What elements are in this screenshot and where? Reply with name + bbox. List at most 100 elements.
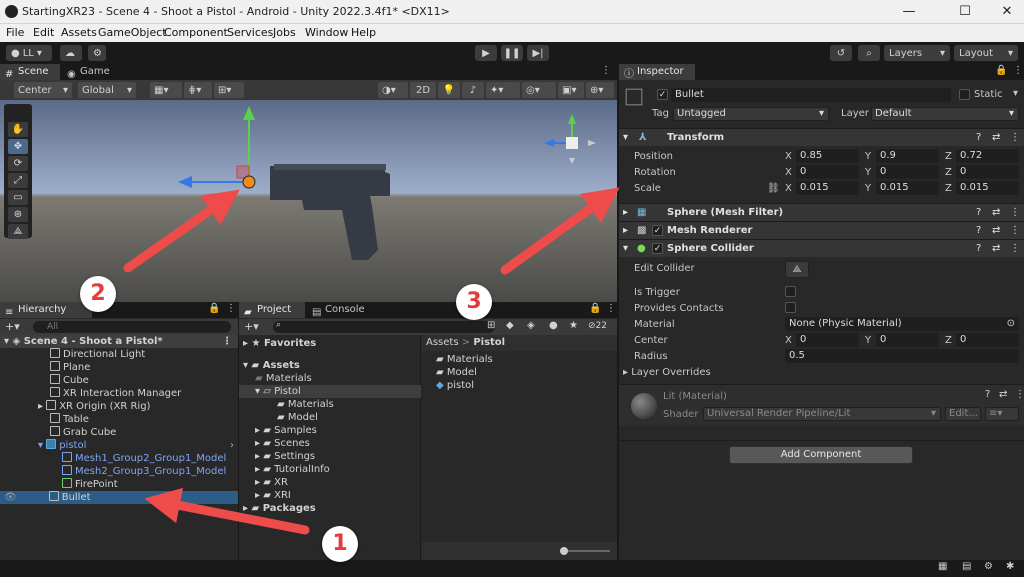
hidden-packages-toggle[interactable]: ⊘22 [588, 321, 607, 331]
static-checkbox[interactable] [959, 89, 970, 100]
minimize-button[interactable]: — [886, 0, 932, 24]
pause-button[interactable]: ❚❚ [501, 45, 523, 61]
effects-dropdown[interactable]: ✦▾ [486, 82, 520, 98]
zoom-slider[interactable] [562, 550, 610, 552]
pivot-dropdown[interactable]: Center ▾ [14, 82, 72, 98]
play-button[interactable]: ▶ [475, 45, 497, 61]
tree-item[interactable]: ▸ ▰ XRI [255, 489, 291, 502]
lighting-toggle-icon[interactable]: 💡 [438, 82, 460, 98]
list-item[interactable]: ▾ pistol › [38, 439, 238, 452]
lock-icon[interactable]: 🔒 [589, 303, 601, 314]
preset-icon[interactable]: ⇄ [992, 204, 1000, 221]
add-component-button[interactable]: Add Component [729, 446, 913, 464]
sphere-collider-header[interactable]: ▾ ● ✓ Sphere Collider ? ⇄ ⋮ [619, 239, 1024, 257]
object-picker-icon[interactable]: ⊙ [1007, 318, 1015, 330]
tree-item[interactable]: ▰ Materials [255, 372, 312, 385]
menu-services[interactable]: Services [227, 26, 273, 39]
preset-icon[interactable]: ⇄ [992, 129, 1000, 146]
position-x-field[interactable]: 0.85 [796, 149, 859, 163]
provides-contacts-checkbox[interactable] [785, 302, 796, 313]
camera-dropdown[interactable]: ▣▾ [558, 82, 584, 98]
chevron-down-icon[interactable]: ▾ [1013, 88, 1018, 99]
close-button[interactable]: ✕ [984, 0, 1024, 24]
audio-toggle-icon[interactable]: ♪ [462, 82, 484, 98]
maximize-button[interactable]: ☐ [942, 0, 988, 24]
list-item-selected[interactable]: 👁 Bullet [0, 491, 238, 504]
eye-icon[interactable]: 👁 [4, 492, 17, 503]
breadcrumb-root[interactable]: Assets [426, 337, 459, 348]
tree-item[interactable]: ▸ ▰ TutorialInfo [255, 463, 330, 476]
list-item[interactable]: ▰ Model [436, 366, 477, 379]
more-options-icon[interactable]: ⋮ [226, 303, 236, 314]
rotation-z-field[interactable]: 0 [956, 165, 1019, 179]
active-checkbox[interactable]: ✓ [657, 89, 668, 100]
help-icon[interactable]: ? [976, 204, 981, 221]
shader-dropdown[interactable]: Universal Render Pipeline/Lit ▾ [703, 407, 941, 421]
progress-icon[interactable]: ▤ [962, 561, 971, 572]
center-y-field[interactable]: 0 [876, 333, 939, 347]
menu-gameobject[interactable]: GameObject [98, 26, 167, 39]
vertex-snap-button[interactable]: ⊞▾ [214, 82, 244, 98]
account-dropdown[interactable]: ● LL ▾ [6, 45, 52, 61]
tree-item[interactable]: ▰ Model [277, 411, 318, 424]
menu-jobs[interactable]: Jobs [273, 26, 296, 39]
list-item[interactable]: Directional Light [50, 348, 145, 361]
more-options-icon[interactable]: ⋮ [1010, 222, 1020, 239]
list-item[interactable]: ▰ Materials [436, 353, 493, 366]
more-options-icon[interactable]: ⋮ [1015, 389, 1024, 400]
list-item[interactable]: Mesh2_Group3_Group1_Model [62, 465, 226, 478]
scene-viewport[interactable]: ✋ ✥ ⟳ ⤢ ▭ ⊛ ⟁ [0, 100, 617, 302]
tab-project[interactable]: ▰ Project [239, 302, 305, 318]
position-y-field[interactable]: 0.9 [876, 149, 939, 163]
tab-scene[interactable]: # Scene [0, 64, 60, 80]
mesh-filter-header[interactable]: ▸ ▦ Sphere (Mesh Filter) ? ⇄ ⋮ [619, 203, 1024, 221]
list-item[interactable]: XR Interaction Manager [50, 387, 181, 400]
mesh-renderer-header[interactable]: ▸ ▩ ✓ Mesh Renderer ? ⇄ ⋮ [619, 221, 1024, 239]
favorites-row[interactable]: ▸ ★ Favorites [243, 337, 316, 350]
search-filter-icon[interactable]: ⊞ [487, 320, 495, 331]
cloud-icon[interactable]: ☁ [60, 45, 82, 61]
tree-item[interactable]: ▰ Materials [277, 398, 334, 411]
list-item[interactable]: Grab Cube [50, 426, 116, 439]
tree-item[interactable]: ▸ ▰ Packages [243, 502, 316, 515]
grid-snap-button[interactable]: ▦▾ [150, 82, 182, 98]
debug-icon[interactable]: ⚙ [984, 561, 993, 572]
radius-field[interactable]: 0.5 [785, 349, 1019, 363]
help-icon[interactable]: ? [976, 222, 981, 239]
collab-icon[interactable]: ⚙ [88, 45, 106, 61]
tab-hierarchy[interactable]: ≡ Hierarchy [0, 302, 92, 318]
scale-x-field[interactable]: 0.015 [796, 181, 859, 195]
shading-mode-dropdown[interactable]: ◑▾ [378, 82, 408, 98]
layer-dropdown[interactable]: Default ▾ [871, 107, 1019, 121]
tab-console[interactable]: ▤ Console [307, 302, 373, 318]
space-dropdown[interactable]: Global ▾ [78, 82, 136, 98]
lock-icon[interactable]: 🔒 [995, 65, 1007, 76]
is-trigger-checkbox[interactable] [785, 286, 796, 297]
help-icon[interactable]: ? [976, 240, 981, 257]
rotation-y-field[interactable]: 0 [876, 165, 939, 179]
move-gizmo[interactable] [178, 106, 256, 189]
snap-increment-button[interactable]: ⋕▾ [184, 82, 212, 98]
visibility-dropdown[interactable]: ◎▾ [522, 82, 556, 98]
settings-icon[interactable]: ✱ [1006, 561, 1014, 572]
tag-dropdown[interactable]: Untagged ▾ [673, 107, 829, 121]
more-options-icon[interactable]: ⋮ [1010, 240, 1020, 257]
help-icon[interactable]: ? [976, 129, 981, 146]
orientation-gizmo[interactable] [544, 114, 596, 164]
tree-item-selected[interactable]: ▾ ▱ Pistol [239, 385, 421, 398]
search-icon[interactable]: ⌕ [858, 45, 880, 61]
tree-item[interactable]: ▸ ▰ Samples [255, 424, 317, 437]
tab-game[interactable]: ◉ Game [62, 64, 122, 80]
more-options-icon[interactable]: ⋮ [222, 335, 232, 348]
layers-dropdown[interactable]: Layers ▾ [884, 45, 950, 61]
menu-window[interactable]: Window [305, 26, 348, 39]
more-options-icon[interactable]: ⋮ [606, 303, 616, 314]
layout-dropdown[interactable]: Layout ▾ [954, 45, 1018, 61]
add-dropdown-button[interactable]: +▾ [5, 320, 20, 333]
lock-icon[interactable]: 🔒 [208, 303, 220, 314]
enabled-checkbox[interactable]: ✓ [652, 243, 663, 254]
error-filter-icon[interactable]: ● [549, 320, 558, 331]
preset-icon[interactable]: ⇄ [992, 222, 1000, 239]
object-name-field[interactable]: Bullet [671, 88, 951, 102]
menu-component[interactable]: Component [164, 26, 228, 39]
